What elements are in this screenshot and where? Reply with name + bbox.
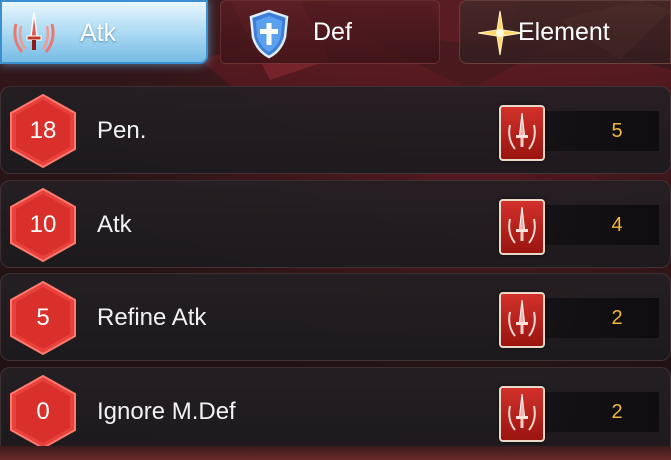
stat-value: 4 [611, 214, 623, 236]
stat-row[interactable]: 0 Ignore M.Def 2 [0, 367, 671, 455]
stat-name: Pen. [97, 117, 147, 144]
stat-name: Atk [97, 211, 132, 238]
stat-name: Ignore M.Def [97, 398, 236, 425]
stat-row[interactable]: 5 Refine Atk 2 [0, 273, 671, 361]
sparkle-star-icon [477, 10, 523, 56]
shield-icon [249, 9, 289, 59]
sword-card-icon[interactable] [499, 292, 545, 348]
stat-value: 2 [611, 401, 623, 423]
level-badge: 10 [7, 187, 79, 263]
sword-card-icon[interactable] [499, 199, 545, 255]
stat-name: Refine Atk [97, 304, 207, 331]
level-badge: 0 [7, 374, 79, 450]
sword-card-icon[interactable] [499, 105, 545, 161]
tab-atk-label: Atk [80, 19, 117, 47]
bottom-edge-decoration [0, 446, 671, 460]
level-value: 10 [29, 211, 57, 238]
stat-value: 5 [611, 120, 623, 142]
sword-emblem-icon [13, 11, 55, 53]
level-badge: 18 [7, 93, 79, 169]
tab-atk[interactable]: Atk [0, 0, 208, 64]
level-badge: 5 [7, 280, 79, 356]
tab-element[interactable]: Element [459, 0, 671, 64]
category-tabs: Atk Def Element [0, 0, 671, 68]
level-value: 5 [36, 304, 50, 331]
stat-row[interactable]: 10 Atk 4 [0, 180, 671, 268]
rune-bonus-screen: Atk Def Element 18 Pen. 5 10 Atk 4 5 Ref… [0, 0, 671, 460]
tab-element-label: Element [518, 18, 610, 46]
level-value: 0 [36, 398, 50, 425]
stat-row[interactable]: 18 Pen. 5 [0, 86, 671, 174]
sword-card-icon[interactable] [499, 386, 545, 442]
tab-def[interactable]: Def [220, 0, 440, 64]
stat-value: 2 [611, 307, 623, 329]
level-value: 18 [29, 117, 57, 144]
tab-def-label: Def [313, 18, 352, 46]
